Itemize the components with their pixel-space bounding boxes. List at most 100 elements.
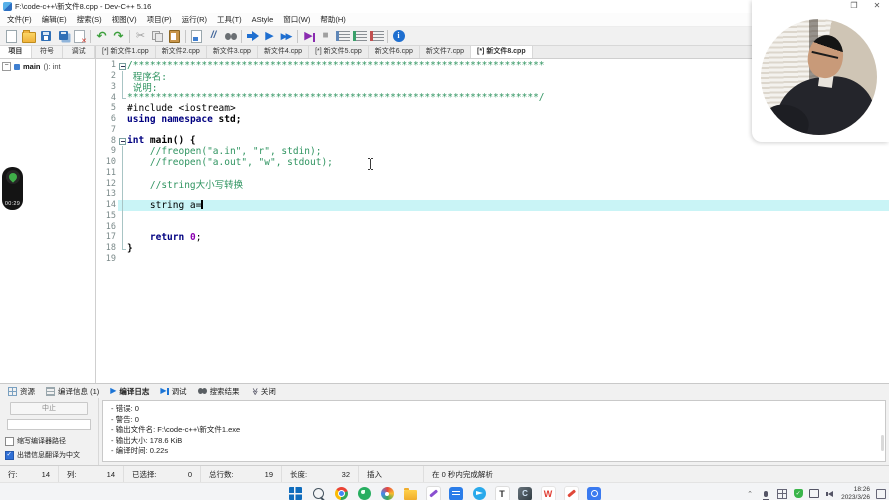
stop-execution-icon: ■	[322, 31, 328, 41]
file-tab[interactable]: [*] 新文件8.cpp	[471, 46, 533, 58]
menu-item[interactable]: 窗口(W)	[278, 14, 315, 25]
fold-toggle-icon[interactable]	[118, 60, 127, 71]
copy-button[interactable]	[149, 28, 166, 44]
file-tab[interactable]: 新文件2.cpp	[156, 46, 207, 58]
file-tab[interactable]: 新文件6.cpp	[369, 46, 420, 58]
taskbar-apps: TCW	[288, 483, 602, 500]
paste-button[interactable]	[166, 28, 183, 44]
file-tab[interactable]: 新文件7.cpp	[420, 46, 471, 58]
menu-item[interactable]: 运行(R)	[177, 14, 212, 25]
file-tab[interactable]: 新文件4.cpp	[258, 46, 309, 58]
stop-execution-button[interactable]: ■	[317, 28, 334, 44]
file-tab[interactable]: 新文件3.cpp	[207, 46, 258, 58]
code-line[interactable]: 17 return 0;	[96, 232, 889, 243]
compile-option-checkbox[interactable]: 缩写编译器路径	[5, 436, 95, 446]
code-line[interactable]: 12 //string大小写转换	[96, 178, 889, 189]
fold-gutter	[118, 82, 127, 93]
wps-taskbar-button[interactable]: W	[541, 484, 556, 500]
menu-item[interactable]: 文件(F)	[2, 14, 37, 25]
code-line[interactable]: 16	[96, 221, 889, 232]
search-taskbar-button[interactable]	[311, 484, 326, 500]
code-line[interactable]: 13	[96, 189, 889, 200]
bottom-tab-编译日志[interactable]: ▶编译日志	[106, 386, 153, 397]
green-app-taskbar-button[interactable]	[357, 484, 372, 500]
purple-pen-app-taskbar-button[interactable]	[426, 484, 441, 500]
undo-button[interactable]: ↶	[93, 28, 110, 44]
file-tab[interactable]: [*] 新文件5.cpp	[309, 46, 369, 58]
tray-grid-icon[interactable]	[777, 488, 787, 500]
code-line[interactable]: 19	[96, 254, 889, 265]
screen-recorder-badge[interactable]: 00:29	[2, 167, 23, 210]
cut-button[interactable]: ✂	[132, 28, 149, 44]
red-pen-app-taskbar-button[interactable]	[564, 484, 579, 500]
speaker-icon[interactable]	[825, 488, 835, 500]
dev-cpp-taskbar-taskbar-button[interactable]: C	[518, 484, 533, 500]
tray-date: 2023/3/26	[841, 494, 870, 500]
debug-button[interactable]: ▶	[300, 28, 317, 44]
checkbox-checked[interactable]	[5, 451, 14, 460]
antivirus-shield-icon[interactable]: ✓	[793, 488, 803, 500]
open-file-button[interactable]	[20, 28, 37, 44]
toggle-comment-button[interactable]: //	[205, 28, 222, 44]
abort-button[interactable]: 中止	[10, 402, 88, 415]
run-button[interactable]: ▶	[261, 28, 278, 44]
blue-note-app-taskbar-button[interactable]	[449, 484, 464, 500]
menu-item[interactable]: 编辑(E)	[37, 14, 72, 25]
menu-item[interactable]: 视图(V)	[107, 14, 142, 25]
panel-tab-调试[interactable]: 调试	[63, 46, 95, 58]
start-button[interactable]	[288, 484, 303, 500]
menu-item[interactable]: 帮助(H)	[315, 14, 350, 25]
menu-item[interactable]: 工具(T)	[212, 14, 247, 25]
menu-item[interactable]: 搜索(S)	[72, 14, 107, 25]
microphone-icon[interactable]	[761, 488, 771, 500]
close-file-button[interactable]	[71, 28, 88, 44]
bottom-tab-搜索结果[interactable]: 搜索结果	[194, 386, 244, 397]
profiling-log-button[interactable]	[351, 28, 368, 44]
save-button[interactable]	[37, 28, 54, 44]
checkbox[interactable]	[5, 437, 14, 446]
clock[interactable]: 18:26 2023/3/26	[841, 486, 870, 500]
menu-item[interactable]: AStyle	[247, 15, 279, 24]
bottom-tab-关闭[interactable]: ≫关闭	[247, 386, 280, 397]
collapse-icon[interactable]: −	[2, 62, 11, 71]
compile-and-run-button[interactable]: ▶▶	[278, 28, 295, 44]
t-app-taskbar-button[interactable]: T	[495, 484, 510, 500]
telegram-taskbar-button[interactable]	[472, 484, 487, 500]
compile-button[interactable]	[244, 28, 261, 44]
chrome-taskbar-button[interactable]	[334, 484, 349, 500]
webcam-restore-icon[interactable]: ❐	[849, 1, 859, 10]
profile-analysis-button[interactable]	[334, 28, 351, 44]
code-line[interactable]: 10 //freopen("a.out", "w", stdout);	[96, 157, 889, 168]
redo-button[interactable]: ↷	[110, 28, 127, 44]
file-explorer-taskbar-button[interactable]	[403, 484, 418, 500]
display-icon[interactable]	[809, 488, 819, 500]
code-line[interactable]: 18}	[96, 243, 889, 254]
notification-center-icon[interactable]	[876, 488, 886, 500]
new-file-button[interactable]	[3, 28, 20, 44]
code-line[interactable]: 14 string a=	[96, 200, 889, 211]
insert-snippet-button[interactable]	[188, 28, 205, 44]
file-tab[interactable]: [*] 新文件1.cpp	[96, 46, 156, 58]
compile-option-checkbox[interactable]: 出错信息翻译为中文	[5, 450, 95, 460]
webcam-close-icon[interactable]: ✕	[872, 1, 882, 10]
panel-tab-符号[interactable]: 符号	[32, 46, 64, 58]
fold-toggle-icon[interactable]	[118, 135, 127, 146]
pinwheel-app-taskbar-button[interactable]	[380, 484, 395, 500]
save-all-button[interactable]	[54, 28, 71, 44]
find-button[interactable]	[222, 28, 239, 44]
code-line[interactable]: 15	[96, 211, 889, 222]
log-scrollbar[interactable]	[881, 435, 884, 451]
bottom-tab-资源[interactable]: 资源	[4, 386, 39, 397]
menu-item[interactable]: 项目(P)	[142, 14, 177, 25]
tree-item-main-function[interactable]: − main (): int	[0, 59, 95, 74]
blue-disk-app-taskbar-button[interactable]	[587, 484, 602, 500]
tray-expand-icon[interactable]: ⌃	[745, 488, 755, 500]
info-button[interactable]: i	[390, 28, 407, 44]
panel-tab-项目[interactable]: 项目	[0, 46, 32, 58]
delete-profiling-button[interactable]	[368, 28, 385, 44]
fold-gutter	[118, 254, 127, 265]
webcam-overlay-window[interactable]: ❐ ✕	[752, 0, 889, 142]
bottom-tab-编译信息 (1)[interactable]: 编译信息 (1)	[42, 386, 103, 397]
bottom-tab-调试[interactable]: ▶调试	[156, 386, 190, 397]
code-line[interactable]: 9 //freopen("a.in", "r", stdin);	[96, 146, 889, 157]
